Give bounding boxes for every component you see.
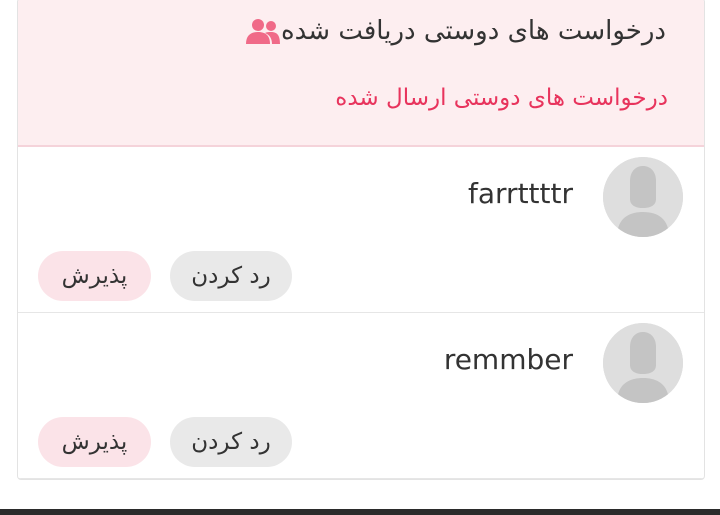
friend-request-row: remmber رد کردن پذیرش	[18, 313, 704, 479]
default-avatar-icon	[603, 323, 683, 403]
friend-requests-card: درخواست های دوستی دریافت شده درخواست های…	[17, 0, 705, 480]
username[interactable]: remmber	[444, 343, 573, 376]
avatar	[603, 157, 683, 237]
accept-button[interactable]: پذیرش	[38, 251, 151, 301]
users-icon	[246, 19, 281, 44]
tab-sent-label: درخواست های دوستی ارسال شده	[335, 85, 668, 111]
friend-request-row: farrttttr رد کردن پذیرش	[18, 147, 704, 313]
tab-received-requests[interactable]: درخواست های دوستی دریافت شده	[235, 16, 666, 46]
bottom-bar	[0, 509, 720, 515]
default-avatar-icon	[603, 157, 683, 237]
reject-button[interactable]: رد کردن	[170, 251, 292, 301]
avatar	[603, 323, 683, 403]
username[interactable]: farrttttr	[468, 177, 573, 210]
requests-tabs-header: درخواست های دوستی دریافت شده درخواست های…	[18, 0, 704, 147]
reject-button[interactable]: رد کردن	[170, 417, 292, 467]
tab-received-label: درخواست های دوستی دریافت شده	[281, 16, 666, 46]
tab-sent-requests[interactable]: درخواست های دوستی ارسال شده	[335, 85, 668, 111]
accept-button[interactable]: پذیرش	[38, 417, 151, 467]
